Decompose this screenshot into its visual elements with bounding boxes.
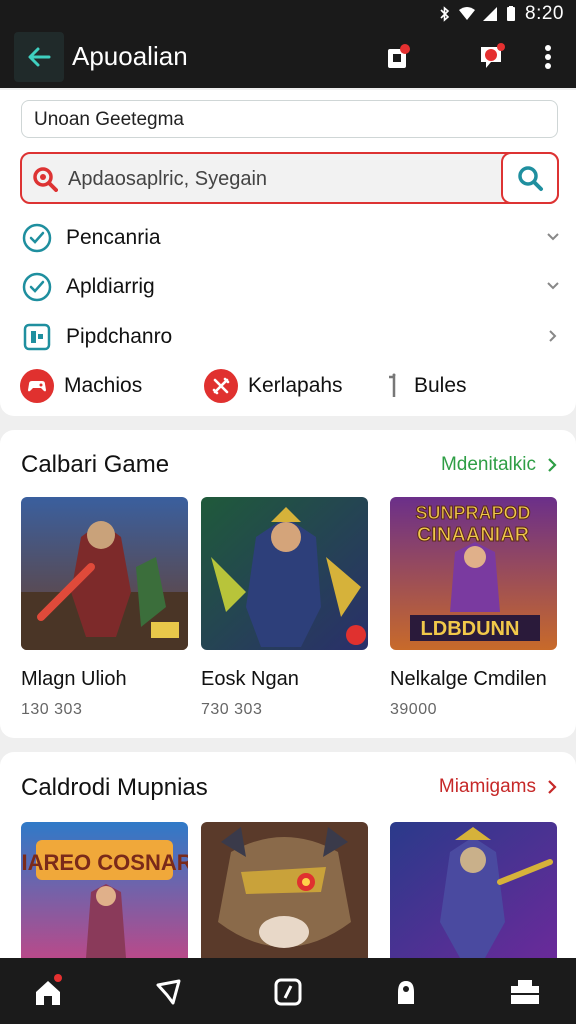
gamepad-icon — [20, 369, 54, 403]
location-icon — [156, 979, 181, 1005]
status-time: 8:20 — [525, 3, 564, 24]
chat-icon — [481, 43, 505, 68]
game-thumbnail[interactable]: IIAREO COSNAR — [21, 822, 188, 958]
store-icon — [274, 978, 302, 1006]
more-button[interactable] — [528, 37, 568, 77]
section-link-label: Miamigams — [438, 776, 536, 797]
game-card[interactable]: Eosk Ngan 730 303 — [201, 497, 368, 719]
search-box[interactable]: Apdaosaplric, Syegain — [20, 152, 559, 204]
profile-icon — [398, 981, 414, 1004]
cart-icon — [511, 980, 539, 1004]
arrow-back-icon — [28, 47, 51, 67]
nav-cart[interactable] — [505, 972, 545, 1012]
filter-option-label: Apldiarrig — [66, 275, 155, 298]
game-card[interactable] — [201, 822, 368, 958]
game-card[interactable]: IIAREO COSNAR — [21, 822, 188, 958]
section-title: Calbari Game — [21, 451, 170, 478]
filter-option-label: Pencanria — [66, 226, 161, 249]
name-input[interactable]: Unoan Geetegma — [21, 100, 558, 138]
status-bar: 8:20 — [0, 0, 576, 26]
section-featured-games: Calbari Game Mdenitalkic Mlagn Ulioh 130… — [0, 430, 576, 738]
game-name: Mlagn Ulioh — [21, 668, 127, 690]
filter-card: Unoan Geetegma Apdaosaplric, Syegain Pen… — [0, 90, 576, 416]
tag-label: Kerlapahs — [248, 374, 343, 397]
nav-profile[interactable] — [386, 972, 426, 1012]
poster-title: IIAREO COSNAR — [21, 850, 188, 875]
chevron-right-icon — [548, 780, 557, 794]
search-button[interactable] — [501, 152, 559, 204]
poster-title-line2: CINAANIAR — [417, 524, 530, 546]
filter-option-label: Pipdchanro — [66, 325, 173, 348]
game-thumbnail[interactable] — [201, 497, 368, 650]
section-link[interactable]: Mdenitalkic — [441, 454, 558, 476]
chevron-right-icon — [548, 458, 557, 472]
grid-icon — [22, 322, 52, 352]
section-link-label: Mdenitalkic — [440, 454, 536, 475]
sword-icon — [204, 369, 238, 403]
game-thumbnail[interactable]: SUNPRAPOD CINAANIAR LDBDUNN — [390, 497, 557, 650]
page-title: Apuoalian — [72, 41, 188, 71]
notification-dot — [54, 974, 62, 982]
filter-option-2[interactable]: Apldiarrig — [22, 267, 562, 307]
game-thumbnail[interactable] — [201, 822, 368, 958]
tag-kerlapahs[interactable]: Kerlapahs — [204, 366, 343, 406]
bluetooth-icon — [440, 6, 450, 22]
game-card[interactable]: Mlagn Ulioh 130 303 — [21, 497, 188, 719]
battery-icon — [507, 6, 516, 21]
tag-bules[interactable]: Bules — [382, 366, 467, 406]
poster-title-line1: SUNPRAPOD — [415, 503, 530, 523]
chevron-right-icon — [549, 330, 557, 342]
tag-machios[interactable]: Machios — [20, 366, 142, 406]
section-link[interactable]: Miamigams — [439, 776, 558, 798]
tag-label: Machios — [64, 374, 143, 397]
check-circle-icon — [22, 223, 52, 253]
wifi-icon — [459, 7, 476, 20]
game-card[interactable]: SUNPRAPOD CINAANIAR LDBDUNN Nelkalge Cmd… — [390, 497, 557, 719]
tag-label: Bules — [414, 374, 467, 397]
game-card[interactable] — [390, 822, 557, 958]
search-icon — [33, 167, 58, 192]
game-thumbnail[interactable] — [390, 822, 557, 958]
nav-home[interactable] — [28, 972, 68, 1012]
status-icons: 8:20 — [437, 3, 564, 25]
section-more-games: Caldrodi Mupnias Miamigams IIAREO COSNAR — [0, 752, 576, 958]
nav-store[interactable] — [268, 972, 308, 1012]
chat-button[interactable] — [472, 37, 512, 77]
search-icon — [518, 166, 543, 191]
game-count: 130 303 — [21, 701, 83, 718]
game-name: Nelkalge Cmdilen — [390, 668, 547, 690]
chevron-down-icon — [547, 233, 559, 241]
filter-option-3[interactable]: Pipdchanro — [22, 317, 562, 357]
poster-title-line3: LDBDUNN — [421, 618, 520, 640]
signal-icon — [483, 7, 498, 21]
game-name: Eosk Ngan — [201, 668, 299, 690]
section-title: Caldrodi Mupnias — [21, 774, 208, 801]
filter-option-1[interactable]: Pencanria — [22, 218, 562, 258]
tags-row: Machios Kerlapahs Bules — [20, 366, 560, 406]
search-input[interactable]: Apdaosaplric, Syegain — [68, 168, 267, 191]
nav-location[interactable] — [148, 972, 188, 1012]
copy-button[interactable] — [378, 37, 418, 77]
bottom-nav — [0, 958, 576, 1024]
chevron-down-icon — [547, 282, 559, 290]
game-thumbnail[interactable] — [21, 497, 188, 650]
copy-icon — [388, 44, 410, 68]
back-button[interactable] — [14, 32, 64, 82]
app-bar: Apuoalian — [0, 26, 576, 88]
info-icon — [382, 369, 402, 403]
check-circle-icon — [22, 272, 52, 302]
more-vert-icon — [545, 45, 551, 69]
game-count: 730 303 — [201, 701, 263, 718]
game-count: 39000 — [390, 701, 437, 718]
